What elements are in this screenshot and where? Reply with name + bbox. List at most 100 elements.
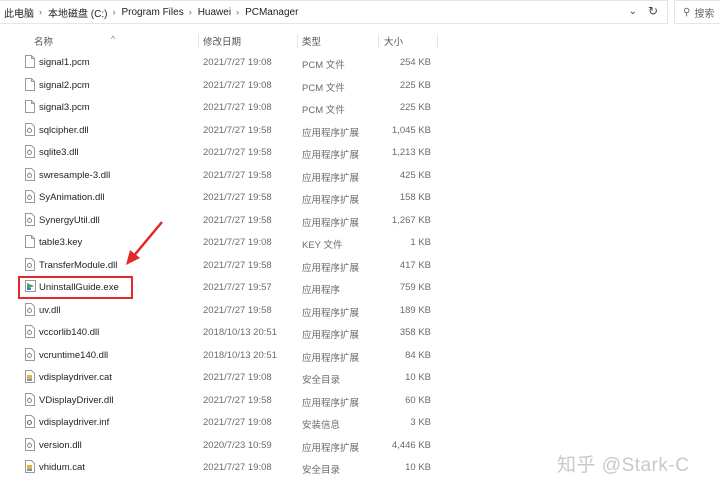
file-name[interactable]: uv.dll xyxy=(39,305,60,316)
dll-icon xyxy=(25,437,35,451)
file-size: 4,446 KB xyxy=(391,439,431,451)
file-date: 2021/7/27 19:08 xyxy=(203,372,272,383)
file-icon xyxy=(25,235,35,248)
file-row[interactable]: signal2.pcm 2021/7/27 19:08 PCM 文件 225 KB xyxy=(0,74,720,97)
file-date: 2021/7/27 19:08 xyxy=(203,79,272,91)
file-size: 358 KB xyxy=(399,327,431,338)
file-name[interactable]: sqlite3.dll xyxy=(39,147,79,158)
breadcrumb[interactable]: 此电脑 › 本地磁盘 (C:) › Program Files › Huawei… xyxy=(0,0,668,24)
file-date: 2021/7/27 19:58 xyxy=(203,169,272,181)
file-icon xyxy=(25,77,35,91)
file-name[interactable]: vdisplaydriver.cat xyxy=(39,372,112,383)
file-row[interactable]: vcruntime140.dll 2018/10/13 20:51 应用程序扩展 84… xyxy=(0,344,720,367)
file-date: 2018/10/13 20:51 xyxy=(203,327,277,338)
file-name[interactable]: vcruntime140.dll xyxy=(39,350,108,361)
file-row[interactable]: table3.key 2021/7/27 19:08 KEY 文件 1 KB xyxy=(0,231,720,254)
file-name[interactable]: vccorlib140.dll xyxy=(39,327,99,338)
file-type: 应用程序扩展 xyxy=(302,352,360,364)
catalog-icon xyxy=(25,460,35,473)
file-type: 安全目录 xyxy=(302,465,341,476)
file-icon xyxy=(25,55,35,68)
file-name[interactable]: table3.key xyxy=(39,237,82,248)
file-date: 2021/7/27 19:08 xyxy=(203,102,272,113)
search-input[interactable]: ⚲ 搜索 xyxy=(674,0,720,24)
file-name[interactable]: vdisplaydriver.inf xyxy=(39,417,109,428)
file-type: 应用程序扩展 xyxy=(302,330,360,341)
file-row[interactable]: uv.dll 2021/7/27 19:58 应用程序扩展 189 KB xyxy=(0,299,720,322)
file-date: 2021/7/27 19:58 xyxy=(203,192,272,203)
column-size[interactable]: 大小 xyxy=(384,34,403,48)
dll-icon xyxy=(25,257,35,271)
file-row[interactable]: sqlite3.dll 2021/7/27 19:58 应用程序扩展 1,213 KB xyxy=(0,141,720,164)
file-type: PCM 文件 xyxy=(302,82,345,94)
file-name[interactable]: swresample-3.dll xyxy=(39,170,110,181)
column-divider[interactable] xyxy=(378,34,379,48)
file-date: 2021/7/27 19:58 xyxy=(203,304,272,316)
column-divider[interactable] xyxy=(297,34,298,48)
file-date: 2021/7/27 19:58 xyxy=(203,147,272,158)
highlight-box xyxy=(18,276,133,299)
file-type: 应用程序扩展 xyxy=(302,397,360,409)
file-row[interactable]: vdisplaydriver.inf 2021/7/27 19:08 安装信息 3 K… xyxy=(0,411,720,434)
column-date[interactable]: 修改日期 xyxy=(203,34,241,48)
chevron-right-icon: › xyxy=(236,7,240,17)
column-divider[interactable] xyxy=(437,34,438,48)
column-type[interactable]: 类型 xyxy=(302,34,321,48)
file-size: 225 KB xyxy=(399,102,431,113)
breadcrumb-pcmanager[interactable]: PCManager xyxy=(241,7,301,18)
file-type: 应用程序扩展 xyxy=(302,127,360,139)
file-name[interactable]: VDisplayDriver.dll xyxy=(39,395,113,406)
file-name[interactable]: signal2.pcm xyxy=(39,80,90,91)
file-row[interactable]: VDisplayDriver.dll 2021/7/27 19:58 应用程序扩展 6… xyxy=(0,389,720,412)
file-date: 2021/7/27 19:08 xyxy=(203,57,272,68)
dll-icon xyxy=(25,190,35,203)
file-name[interactable]: version.dll xyxy=(39,440,82,451)
file-row[interactable]: vccorlib140.dll 2018/10/13 20:51 应用程序扩展 358… xyxy=(0,321,720,344)
address-bar: 此电脑 › 本地磁盘 (C:) › Program Files › Huawei… xyxy=(0,0,720,24)
refresh-icon[interactable]: ↻ xyxy=(648,4,658,18)
file-name[interactable]: signal3.pcm xyxy=(39,102,90,113)
dll-icon xyxy=(25,302,35,316)
search-placeholder: 搜索 xyxy=(694,8,715,20)
file-size: 10 KB xyxy=(405,462,431,473)
file-row[interactable]: signal1.pcm 2021/7/27 19:08 PCM 文件 254 KB xyxy=(0,51,720,74)
file-size: 158 KB xyxy=(399,192,431,203)
file-row[interactable]: vdisplaydriver.cat 2021/7/27 19:08 安全目录 10 … xyxy=(0,366,720,389)
file-row[interactable]: sqlcipher.dll 2021/7/27 19:58 应用程序扩展 1,045 … xyxy=(0,119,720,142)
chevron-right-icon: › xyxy=(188,7,192,17)
file-row[interactable]: swresample-3.dll 2021/7/27 19:58 应用程序扩展 425… xyxy=(0,164,720,187)
file-date: 2021/7/27 19:08 xyxy=(203,462,272,473)
file-name[interactable]: signal1.pcm xyxy=(39,57,90,68)
file-row[interactable]: TransferModule.dll 2021/7/27 19:58 应用程序扩展 4… xyxy=(0,254,720,277)
dll-icon xyxy=(25,212,35,226)
file-name[interactable]: SyAnimation.dll xyxy=(39,192,104,203)
file-date: 2021/7/27 19:58 xyxy=(203,259,272,271)
file-name[interactable]: SynergyUtil.dll xyxy=(39,215,100,226)
column-header: ^ 名称 修改日期 类型 大小 xyxy=(0,30,440,48)
file-type: 应用程序扩展 xyxy=(302,195,360,206)
breadcrumb-huawei[interactable]: Huawei xyxy=(194,7,234,18)
column-name[interactable]: 名称 xyxy=(34,34,53,48)
file-name[interactable]: sqlcipher.dll xyxy=(39,125,89,136)
breadcrumb-local-disk[interactable]: 本地磁盘 (C:) xyxy=(44,5,110,20)
file-type: 应用程序扩展 xyxy=(302,150,360,161)
file-row[interactable]: signal3.pcm 2021/7/27 19:08 PCM 文件 225 KB xyxy=(0,96,720,119)
file-date: 2021/7/27 19:08 xyxy=(203,237,272,248)
file-size: 3 KB xyxy=(410,417,431,428)
breadcrumb-this-pc[interactable]: 此电脑 xyxy=(0,5,37,20)
file-size: 425 KB xyxy=(399,169,431,181)
file-name[interactable]: TransferModule.dll xyxy=(39,260,117,271)
file-type: 应用程序扩展 xyxy=(302,307,360,319)
file-row[interactable]: SynergyUtil.dll 2021/7/27 19:58 应用程序扩展 1,26… xyxy=(0,209,720,232)
chevron-down-icon[interactable]: ⌄ xyxy=(629,6,637,17)
arrow-annotation xyxy=(126,221,163,265)
column-divider[interactable] xyxy=(198,34,199,48)
file-name[interactable]: vhidum.cat xyxy=(39,462,85,473)
file-type: PCM 文件 xyxy=(302,60,345,71)
file-row[interactable]: SyAnimation.dll 2021/7/27 19:58 应用程序扩展 158 … xyxy=(0,186,720,209)
file-type: 应用程序扩展 xyxy=(302,172,360,184)
file-type: 应用程序 xyxy=(302,285,341,296)
inf-icon xyxy=(25,415,35,428)
file-date: 2021/7/27 19:57 xyxy=(203,282,272,293)
breadcrumb-program-files[interactable]: Program Files xyxy=(117,7,186,18)
